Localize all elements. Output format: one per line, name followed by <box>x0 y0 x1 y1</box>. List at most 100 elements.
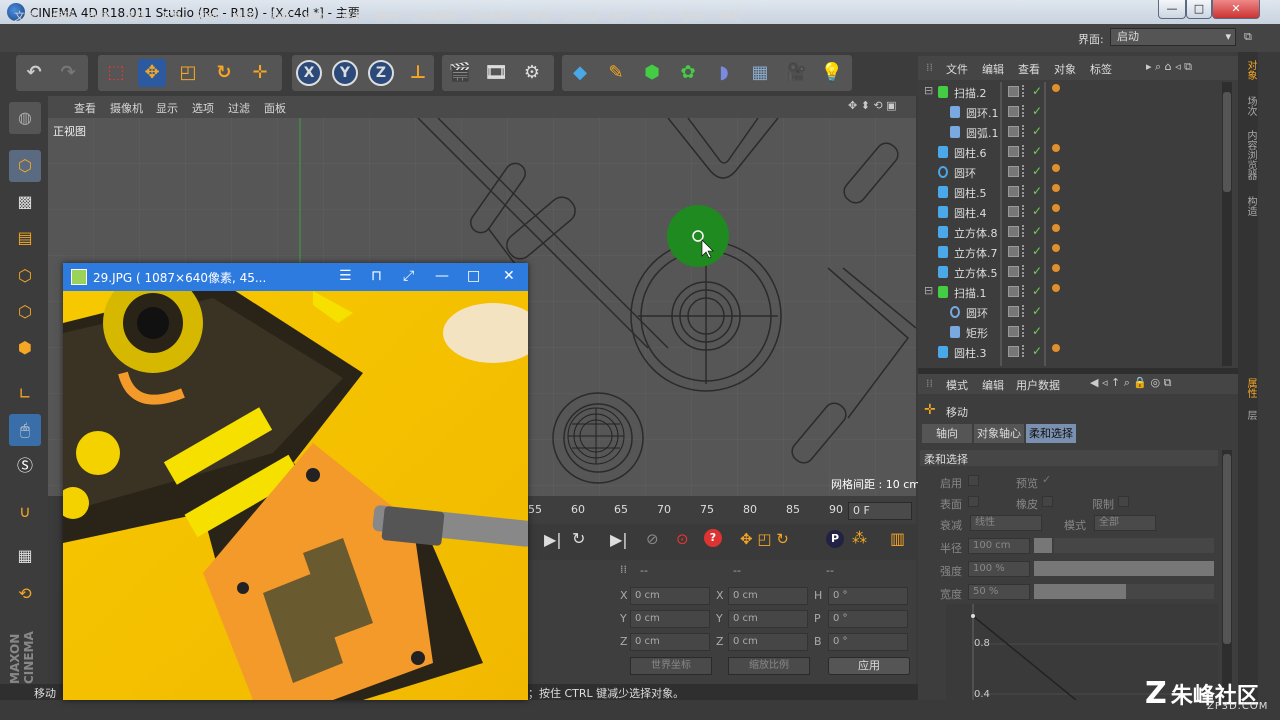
attribute-menu-item[interactable]: 模式 <box>946 377 968 393</box>
radius-slider-track[interactable] <box>1054 538 1214 553</box>
object-row[interactable]: 圆柱.5 ✓ <box>922 182 1222 202</box>
object-row[interactable]: 圆环 ✓ <box>922 162 1222 182</box>
enabled-check-icon[interactable]: ✓ <box>1032 84 1042 98</box>
mode-select[interactable]: 全部 <box>1094 515 1156 531</box>
rubber-checkbox[interactable] <box>1042 496 1053 507</box>
object-row[interactable]: 圆柱.6 ✓ <box>922 142 1222 162</box>
image-viewer-window[interactable] <box>63 263 528 700</box>
texture-mode-icon[interactable]: ▩ <box>9 186 41 218</box>
scale-tool-icon[interactable]: ◰ <box>174 59 202 87</box>
deformer-icon[interactable]: ◗ <box>710 59 738 87</box>
current-frame-field[interactable]: 0 F <box>848 502 912 520</box>
visibility-dots-icon[interactable] <box>1022 85 1027 97</box>
polygons-mode-icon[interactable]: ⬢ <box>9 332 41 364</box>
object-row[interactable]: 圆柱.3 ✓ <box>922 342 1222 362</box>
menu-item[interactable]: 网格 <box>196 8 218 24</box>
enabled-check-icon[interactable]: ✓ <box>1032 164 1042 178</box>
menu-item[interactable]: 捕捉 <box>232 8 254 24</box>
strength-field[interactable]: 100 % <box>968 561 1030 577</box>
close-icon[interactable]: ✕ <box>503 268 515 284</box>
loop-icon[interactable]: ↻ <box>572 529 585 548</box>
limit-checkbox[interactable] <box>1118 496 1129 507</box>
material-tag-icon[interactable] <box>1052 204 1060 212</box>
visibility-dots-icon[interactable] <box>1022 245 1027 257</box>
redo-icon[interactable]: ↷ <box>54 59 82 87</box>
attribute-menu-item[interactable]: 用户数据 <box>1016 377 1060 393</box>
enable-checkbox[interactable] <box>968 475 979 486</box>
menu-item[interactable]: 渲染 <box>340 8 362 24</box>
viewport-menu-item[interactable]: 面板 <box>264 100 286 116</box>
viewport-menu-item[interactable]: 过滤 <box>228 100 250 116</box>
visibility-dots-icon[interactable] <box>1022 265 1027 277</box>
radius-slider[interactable] <box>1034 538 1052 553</box>
minimize-button[interactable]: — <box>1158 0 1186 19</box>
coord-field[interactable]: 0 cm <box>630 587 710 605</box>
object-row[interactable]: 立方体.7 ✓ <box>922 242 1222 262</box>
object-menu-item[interactable]: 文件 <box>946 61 968 77</box>
transform-tool-icon[interactable]: ✛ <box>246 59 274 87</box>
parameter-key-icon[interactable]: P <box>826 530 844 548</box>
object-menu-item[interactable]: 查看 <box>1018 61 1040 77</box>
visibility-dots-icon[interactable] <box>1022 285 1027 297</box>
rotate-tool-icon[interactable]: ↻ <box>210 59 238 87</box>
visibility-dots-icon[interactable] <box>1022 225 1027 237</box>
width-slider-track[interactable] <box>1126 584 1214 599</box>
play-forward-icon[interactable]: ▶| <box>544 530 562 549</box>
enabled-check-icon[interactable]: ✓ <box>1032 304 1042 318</box>
coordinate-system-icon[interactable]: ⊥ <box>404 59 432 87</box>
layout-select[interactable]: 启动 ▾ <box>1110 28 1236 46</box>
enabled-check-icon[interactable]: ✓ <box>1032 104 1042 118</box>
coord-field[interactable]: 0 ° <box>828 633 908 651</box>
viewport-menu-item[interactable]: 摄像机 <box>110 100 143 116</box>
material-tag-icon[interactable] <box>1052 224 1060 232</box>
side-tab[interactable]: 场次 <box>1243 96 1258 116</box>
visibility-dots-icon[interactable] <box>1022 305 1027 317</box>
points-mode-icon[interactable]: ⬡ <box>9 260 41 292</box>
viewport-nav-icon[interactable]: ✥ ⬍ ⟲ ▣ <box>848 99 897 112</box>
material-tag-icon[interactable] <box>1052 344 1060 352</box>
viewport-menu-item[interactable]: 查看 <box>74 100 96 116</box>
enabled-check-icon[interactable]: ✓ <box>1032 324 1042 338</box>
preview-checkbox[interactable]: ✓ <box>1042 473 1051 486</box>
cube-primitive-icon[interactable]: ◆ <box>566 59 594 87</box>
coord-field[interactable]: 0 cm <box>728 587 808 605</box>
strength-slider[interactable] <box>1034 561 1214 576</box>
visibility-dots-icon[interactable] <box>1022 125 1027 137</box>
undo-icon[interactable]: ↶ <box>20 59 48 87</box>
enabled-check-icon[interactable]: ✓ <box>1032 224 1042 238</box>
menu-item[interactable]: 编辑 <box>52 8 74 24</box>
key-move-icon[interactable]: ✥ ◰ ↻ <box>740 530 789 548</box>
enabled-check-icon[interactable]: ✓ <box>1032 124 1042 138</box>
menu-item[interactable]: 选择 <box>124 8 146 24</box>
attribute-scrollbar[interactable] <box>1222 450 1232 700</box>
enabled-check-icon[interactable]: ✓ <box>1032 184 1042 198</box>
goto-end-icon[interactable]: ▶| <box>610 530 628 549</box>
visibility-dots-icon[interactable] <box>1022 325 1027 337</box>
visibility-dots-icon[interactable] <box>1022 345 1027 357</box>
render-settings-icon[interactable]: ⚙ <box>518 59 546 87</box>
material-tag-icon[interactable] <box>1052 84 1060 92</box>
object-scrollbar[interactable] <box>1222 82 1232 366</box>
object-row[interactable]: ⊟ 扫描.2 ✓ <box>922 82 1222 102</box>
attribute-menu-item[interactable]: 编辑 <box>982 377 1004 393</box>
subdivision-icon[interactable]: ⬢ <box>638 59 666 87</box>
expand-icon[interactable]: ⊟ <box>924 284 933 297</box>
visibility-dots-icon[interactable] <box>1022 165 1027 177</box>
object-row[interactable]: ⊟ 扫描.1 ✓ <box>922 282 1222 302</box>
mograph-cloner-icon[interactable]: ✿ <box>674 59 702 87</box>
edges-mode-icon[interactable]: ⬡ <box>9 296 41 328</box>
visibility-dots-icon[interactable] <box>1022 185 1027 197</box>
side-tab[interactable]: 内容浏览器 <box>1243 130 1258 180</box>
model-mode-icon[interactable]: ⬡ <box>9 150 41 182</box>
material-tag-icon[interactable] <box>1052 264 1060 272</box>
material-tag-icon[interactable] <box>1052 284 1060 292</box>
menu-item[interactable]: 工具 <box>160 8 182 24</box>
close-button[interactable]: ✕ <box>1212 0 1260 19</box>
enabled-check-icon[interactable]: ✓ <box>1032 344 1042 358</box>
visibility-dots-icon[interactable] <box>1022 205 1027 217</box>
radius-field[interactable]: 100 cm <box>968 538 1030 554</box>
record-icon[interactable]: ⊙ <box>676 530 689 548</box>
object-menu-item[interactable]: 编辑 <box>982 61 1004 77</box>
help-icon[interactable]: ? <box>704 529 722 547</box>
enabled-check-icon[interactable]: ✓ <box>1032 144 1042 158</box>
